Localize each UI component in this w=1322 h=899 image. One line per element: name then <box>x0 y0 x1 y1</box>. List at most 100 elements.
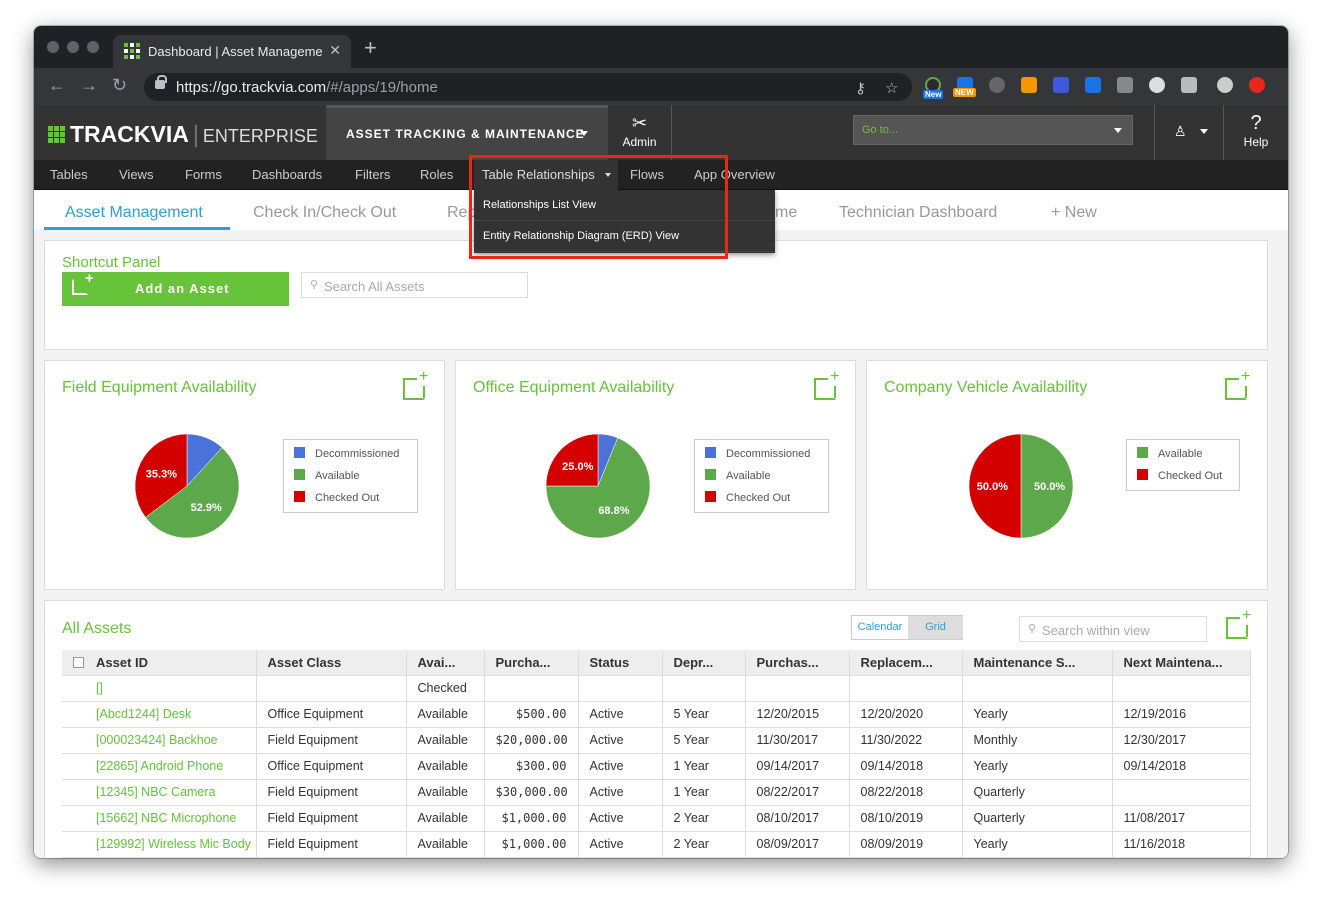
column-header[interactable]: Depr... <box>662 650 746 676</box>
menu-item-table-relationships[interactable]: Table Relationships <box>474 160 618 190</box>
row-select-cell <box>62 753 85 780</box>
trackvia-logo[interactable]: TRACKVIA | ENTERPRISE <box>48 121 318 148</box>
close-tab-icon[interactable]: ✕ <box>329 42 341 59</box>
menu-item-roles[interactable]: Roles <box>420 167 453 182</box>
menu-item-views[interactable]: Views <box>119 167 153 182</box>
column-header[interactable]: Status <box>578 650 663 676</box>
minimize-window-dot[interactable] <box>67 41 79 53</box>
table-cell: 2 Year <box>662 831 746 858</box>
asset-id-link[interactable]: [22865] Android Phone <box>85 753 257 780</box>
table-cell: 08/22/2017 <box>745 779 850 806</box>
table-cell: 1 Year <box>662 779 746 806</box>
forward-icon[interactable]: → <box>80 75 98 95</box>
table-cell: 09/14/2018 <box>1112 753 1251 780</box>
table-row[interactable]: [000023424] Backhoe Field Equipment Availa… <box>62 727 1251 754</box>
asset-id-link[interactable]: [129992] Wireless Mic Body <box>85 831 257 858</box>
close-window-dot[interactable] <box>47 41 59 53</box>
admin-button[interactable]: ✂ Admin <box>608 105 672 160</box>
menu-item-filters[interactable]: Filters <box>355 167 390 182</box>
table-cell: Monthly <box>962 727 1113 754</box>
calendar-view-button[interactable]: Calendar <box>852 616 908 639</box>
pie-data-label: 50.0% <box>1034 481 1065 493</box>
tab-technician-dashboard[interactable]: Technician Dashboard <box>839 204 997 222</box>
user-menu-button[interactable]: ♙ <box>1154 105 1224 160</box>
erd-view-option[interactable]: Entity Relationship Diagram (ERD) View <box>474 221 775 252</box>
extension-dots-icon[interactable] <box>1053 77 1069 93</box>
tab-check-in-check-out[interactable]: Check In/Check Out <box>253 204 396 222</box>
user-icon: ♙ <box>1174 123 1187 139</box>
extension-new-icon[interactable]: New <box>923 77 944 99</box>
new-tab-icon[interactable]: + <box>364 37 377 59</box>
asset-id-link[interactable]: [Abcd1244] Desk <box>85 701 257 728</box>
add-asset-button[interactable]: Add an Asset <box>62 270 289 306</box>
profile-avatar-icon[interactable] <box>1217 77 1233 93</box>
tab-asset-management[interactable]: Asset Management <box>65 204 203 222</box>
grid-view-button[interactable]: Grid <box>908 616 963 639</box>
column-header[interactable]: Asset Class <box>256 650 407 676</box>
menu-item-tables[interactable]: Tables <box>50 167 88 182</box>
help-button[interactable]: ? Help <box>1224 105 1288 160</box>
menu-item-dashboards[interactable]: Dashboards <box>252 167 322 182</box>
url-input[interactable]: https://go.trackvia.com/#/apps/19/home ⚷… <box>144 73 912 101</box>
table-row[interactable]: [22865] Android Phone Office Equipment Ava… <box>62 753 1251 780</box>
app-selector-dropdown[interactable]: ASSET TRACKING & MAINTENANCE <box>326 105 608 160</box>
select-all-checkbox[interactable] <box>62 650 85 676</box>
column-header[interactable]: Avai... <box>406 650 485 676</box>
pie-data-label: 52.9% <box>191 502 222 514</box>
table-row[interactable]: [12345] NBC Camera Field Equipment Availab… <box>62 779 1251 806</box>
extension-flag-icon[interactable] <box>1085 77 1101 93</box>
search-within-view-input[interactable]: ⚲ Search within view <box>1019 616 1207 642</box>
tab-me[interactable]: me <box>775 204 797 222</box>
extension-share-icon[interactable]: NEW <box>953 77 976 97</box>
column-header[interactable]: Replacem... <box>849 650 963 676</box>
table-row[interactable]: [Abcd1244] Desk Office Equipment Available… <box>62 701 1251 728</box>
column-header[interactable]: Purcha... <box>484 650 579 676</box>
menu-item-app-overview[interactable]: App Overview <box>694 167 775 182</box>
url-host: https://go.trackvia.com <box>176 79 327 96</box>
add-record-icon[interactable]: + <box>1226 607 1251 639</box>
row-select-cell <box>62 779 85 806</box>
bookmark-star-icon[interactable]: ☆ <box>885 79 898 97</box>
pie-data-label: 50.0% <box>977 481 1008 493</box>
key-icon[interactable]: ⚷ <box>855 79 866 97</box>
maximize-window-dot[interactable] <box>87 41 99 53</box>
browser-tab[interactable]: Dashboard | Asset Management ✕ <box>113 35 351 68</box>
table-cell: $300.00 <box>484 753 579 780</box>
column-header[interactable]: Next Maintena... <box>1112 650 1251 676</box>
pie-data-label: 35.3% <box>146 468 177 480</box>
tab-rep[interactable]: Rep <box>447 204 476 222</box>
add-record-icon[interactable]: + <box>403 368 428 400</box>
search-all-assets-input[interactable]: ⚲ Search All Assets <box>301 272 528 298</box>
asset-id-link[interactable]: [] <box>85 675 257 702</box>
goto-select[interactable]: Go to... <box>853 115 1133 145</box>
add-record-icon[interactable]: + <box>1225 368 1250 400</box>
chart-legend: Decommissioned Available Checked Out <box>283 439 418 513</box>
reload-icon[interactable]: ↻ <box>112 75 127 95</box>
back-icon[interactable]: ← <box>48 75 66 95</box>
table-row[interactable]: [] Checked <box>62 675 1251 702</box>
extension-bulb-icon[interactable] <box>989 77 1005 93</box>
column-header[interactable]: Purchas... <box>745 650 850 676</box>
table-row[interactable]: [129992] Wireless Mic Body Field Equipmen… <box>62 831 1251 858</box>
extension-g-icon[interactable] <box>1117 77 1133 93</box>
chart-title: Field Equipment Availability <box>62 379 257 396</box>
asset-id-link[interactable]: [12345] NBC Camera <box>85 779 257 806</box>
column-header[interactable]: Maintenance S... <box>962 650 1113 676</box>
asset-id-link[interactable]: [15662] NBC Microphone <box>85 805 257 832</box>
tab-title: Dashboard | Asset Management <box>148 44 323 59</box>
menu-item-flows[interactable]: Flows <box>630 167 664 182</box>
extension-r-icon[interactable] <box>1021 77 1037 93</box>
asset-id-link[interactable]: [000023424] Backhoe <box>85 727 257 754</box>
pie-data-label: 68.8% <box>598 505 629 517</box>
menu-item-forms[interactable]: Forms <box>185 167 222 182</box>
extension-drive-icon[interactable] <box>1181 77 1197 93</box>
column-header[interactable]: Asset ID <box>85 650 257 676</box>
add-record-icon[interactable]: + <box>814 368 839 400</box>
table-row[interactable]: [15662] NBC Microphone Field Equipment Ava… <box>62 805 1251 832</box>
tab-new[interactable]: + New <box>1051 204 1097 222</box>
extension-circle-icon[interactable] <box>1149 77 1165 93</box>
update-icon[interactable] <box>1249 77 1265 93</box>
table-cell: Quarterly <box>962 805 1113 832</box>
relationships-list-view-option[interactable]: Relationships List View <box>474 190 775 221</box>
table-cell <box>484 675 579 702</box>
